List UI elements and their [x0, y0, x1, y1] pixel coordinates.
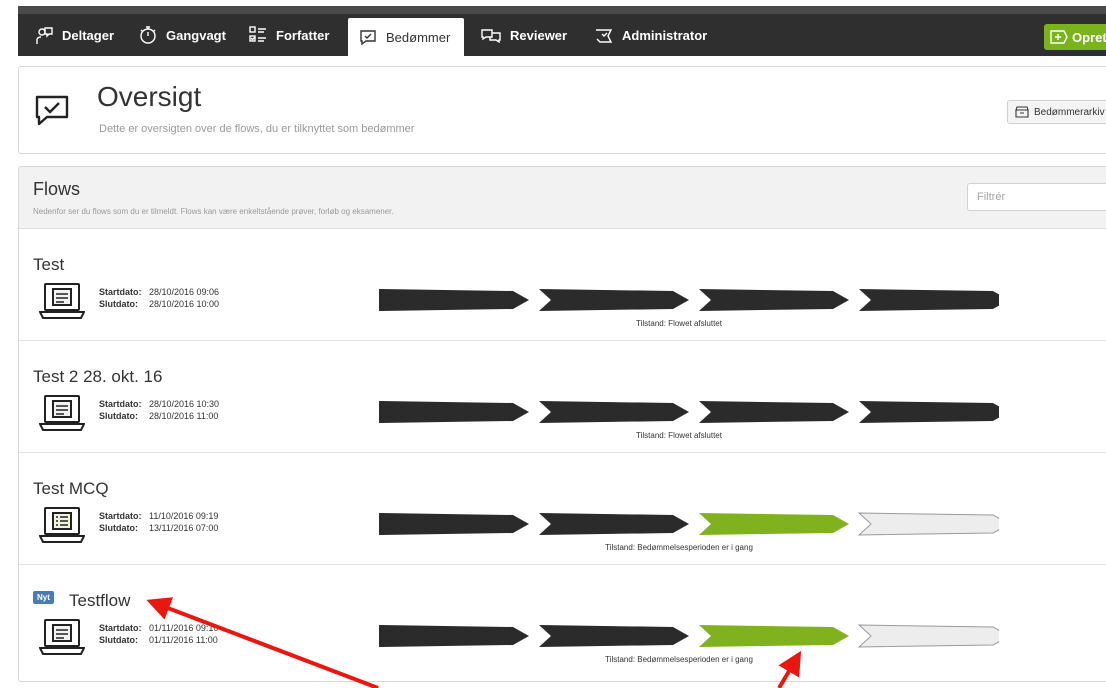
start-date: Startdato: 28/10/2016 09:06: [99, 287, 220, 297]
end-date: Slutdato: 28/10/2016 11:00: [99, 411, 219, 421]
flow-title[interactable]: Test 2 28. okt. 16: [33, 367, 162, 387]
new-badge: Nyt: [33, 591, 54, 604]
progress-step-pending: [857, 512, 999, 536]
plus-arrow-icon: [1050, 30, 1068, 44]
start-date: Startdato: 01/11/2016 09:10: [99, 623, 219, 633]
flow-row[interactable]: Nyt Testflow Startdato: 01/11/2016 09:10 …: [19, 565, 1106, 677]
progress-step-done: [539, 401, 689, 423]
laptop-document-icon: [39, 283, 85, 319]
tab-label: Reviewer: [510, 27, 568, 43]
end-date: Slutdato: 13/11/2016 07:00: [99, 523, 219, 533]
progress-step-done: [699, 289, 849, 311]
progress-step-done: [539, 513, 689, 535]
progress-step-done: [379, 513, 529, 535]
page-subtitle: Dette er oversigten over de flows, du er…: [99, 123, 415, 135]
progress-steps: [379, 401, 999, 423]
stopwatch-icon: [140, 26, 156, 44]
progress-step-done: [859, 401, 999, 423]
admin-bubble-icon: [596, 29, 613, 43]
participant-icon: [36, 27, 53, 44]
start-date: Startdato: 28/10/2016 10:30: [99, 399, 220, 409]
flows-description: Nedenfor ser du flows som du er tilmeldt…: [33, 207, 394, 216]
progress-step-done: [539, 289, 689, 311]
status-text: Tilstand: Bedømmelsesperioden er i gang: [605, 543, 753, 552]
flow-row[interactable]: Test MCQ Startdato: 11/10/2016 09:19 Slut…: [19, 453, 1106, 565]
progress-steps: [379, 512, 999, 536]
progress-step-done: [859, 289, 999, 311]
tab-bedoemmer[interactable]: Bedømmer: [348, 18, 464, 56]
speech-check-icon: [35, 95, 69, 126]
status-text: Tilstand: Bedømmelsesperioden er i gang: [605, 655, 753, 664]
tab-label: Forfatter: [276, 27, 330, 43]
flows-header: Flows Nedenfor ser du flows som du er ti…: [19, 167, 1106, 229]
top-navigation: Deltager Gangvagt Forfatter Bedømmer Rev…: [0, 0, 1106, 58]
flows-title: Flows: [33, 179, 81, 199]
progress-step-done: [539, 625, 689, 647]
filter-input[interactable]: [967, 183, 1106, 211]
progress-step-active: [699, 625, 849, 647]
start-date: Startdato: 11/10/2016 09:19: [99, 511, 219, 521]
create-button[interactable]: Opret: [1044, 24, 1106, 50]
laptop-document-icon: [39, 619, 85, 655]
create-label: Opret: [1072, 29, 1106, 45]
progress-step-done: [699, 401, 849, 423]
laptop-quiz-icon: [39, 507, 85, 543]
nav-top-strip: [18, 6, 1106, 14]
flow-row[interactable]: Test Startdato: 28/10/2016 09:06 Slutdato…: [19, 229, 1106, 341]
tab-administrator[interactable]: Administrator: [584, 14, 717, 56]
page-title: Oversigt: [97, 81, 202, 112]
tab-reviewer[interactable]: Reviewer: [470, 14, 577, 56]
progress-step-done: [379, 401, 529, 423]
laptop-document-icon: [39, 395, 85, 431]
archive-label: Bedømmerarkiv: [1034, 106, 1105, 118]
progress-step-active: [699, 513, 849, 535]
flow-title[interactable]: Test: [33, 255, 64, 275]
speech-check-icon: [360, 30, 376, 46]
tab-label: Gangvagt: [166, 27, 226, 43]
flow-title[interactable]: Test MCQ: [33, 479, 109, 499]
tab-gangvagt[interactable]: Gangvagt: [128, 14, 236, 56]
progress-steps: [379, 289, 999, 311]
archive-box-icon: [1015, 106, 1029, 118]
status-text: Tilstand: Flowet afsluttet: [636, 431, 722, 440]
tab-forfatter[interactable]: Forfatter: [238, 14, 339, 56]
progress-step-done: [379, 289, 529, 311]
progress-step-done: [379, 625, 529, 647]
status-text: Tilstand: Flowet afsluttet: [636, 319, 722, 328]
overview-header: Oversigt Dette er oversigten over de flo…: [18, 66, 1106, 154]
tab-label: Administrator: [622, 27, 708, 43]
end-date: Slutdato: 01/11/2016 11:00: [99, 635, 218, 645]
tab-label: Bedømmer: [386, 29, 451, 45]
flow-title[interactable]: Testflow: [69, 591, 130, 611]
progress-step-pending: [857, 624, 999, 648]
speech-bubbles-icon: [481, 29, 501, 44]
flows-section: Flows Nedenfor ser du flows som du er ti…: [18, 166, 1106, 682]
checklist-icon: [249, 26, 266, 42]
end-date: Slutdato: 28/10/2016 10:00: [99, 299, 220, 309]
progress-steps: [379, 624, 999, 648]
flow-row[interactable]: Test 2 28. okt. 16 Startdato: 28/10/2016 …: [19, 341, 1106, 453]
tab-label: Deltager: [62, 27, 115, 43]
archive-button[interactable]: Bedømmerarkiv: [1007, 100, 1106, 124]
tab-deltager[interactable]: Deltager: [24, 14, 124, 56]
